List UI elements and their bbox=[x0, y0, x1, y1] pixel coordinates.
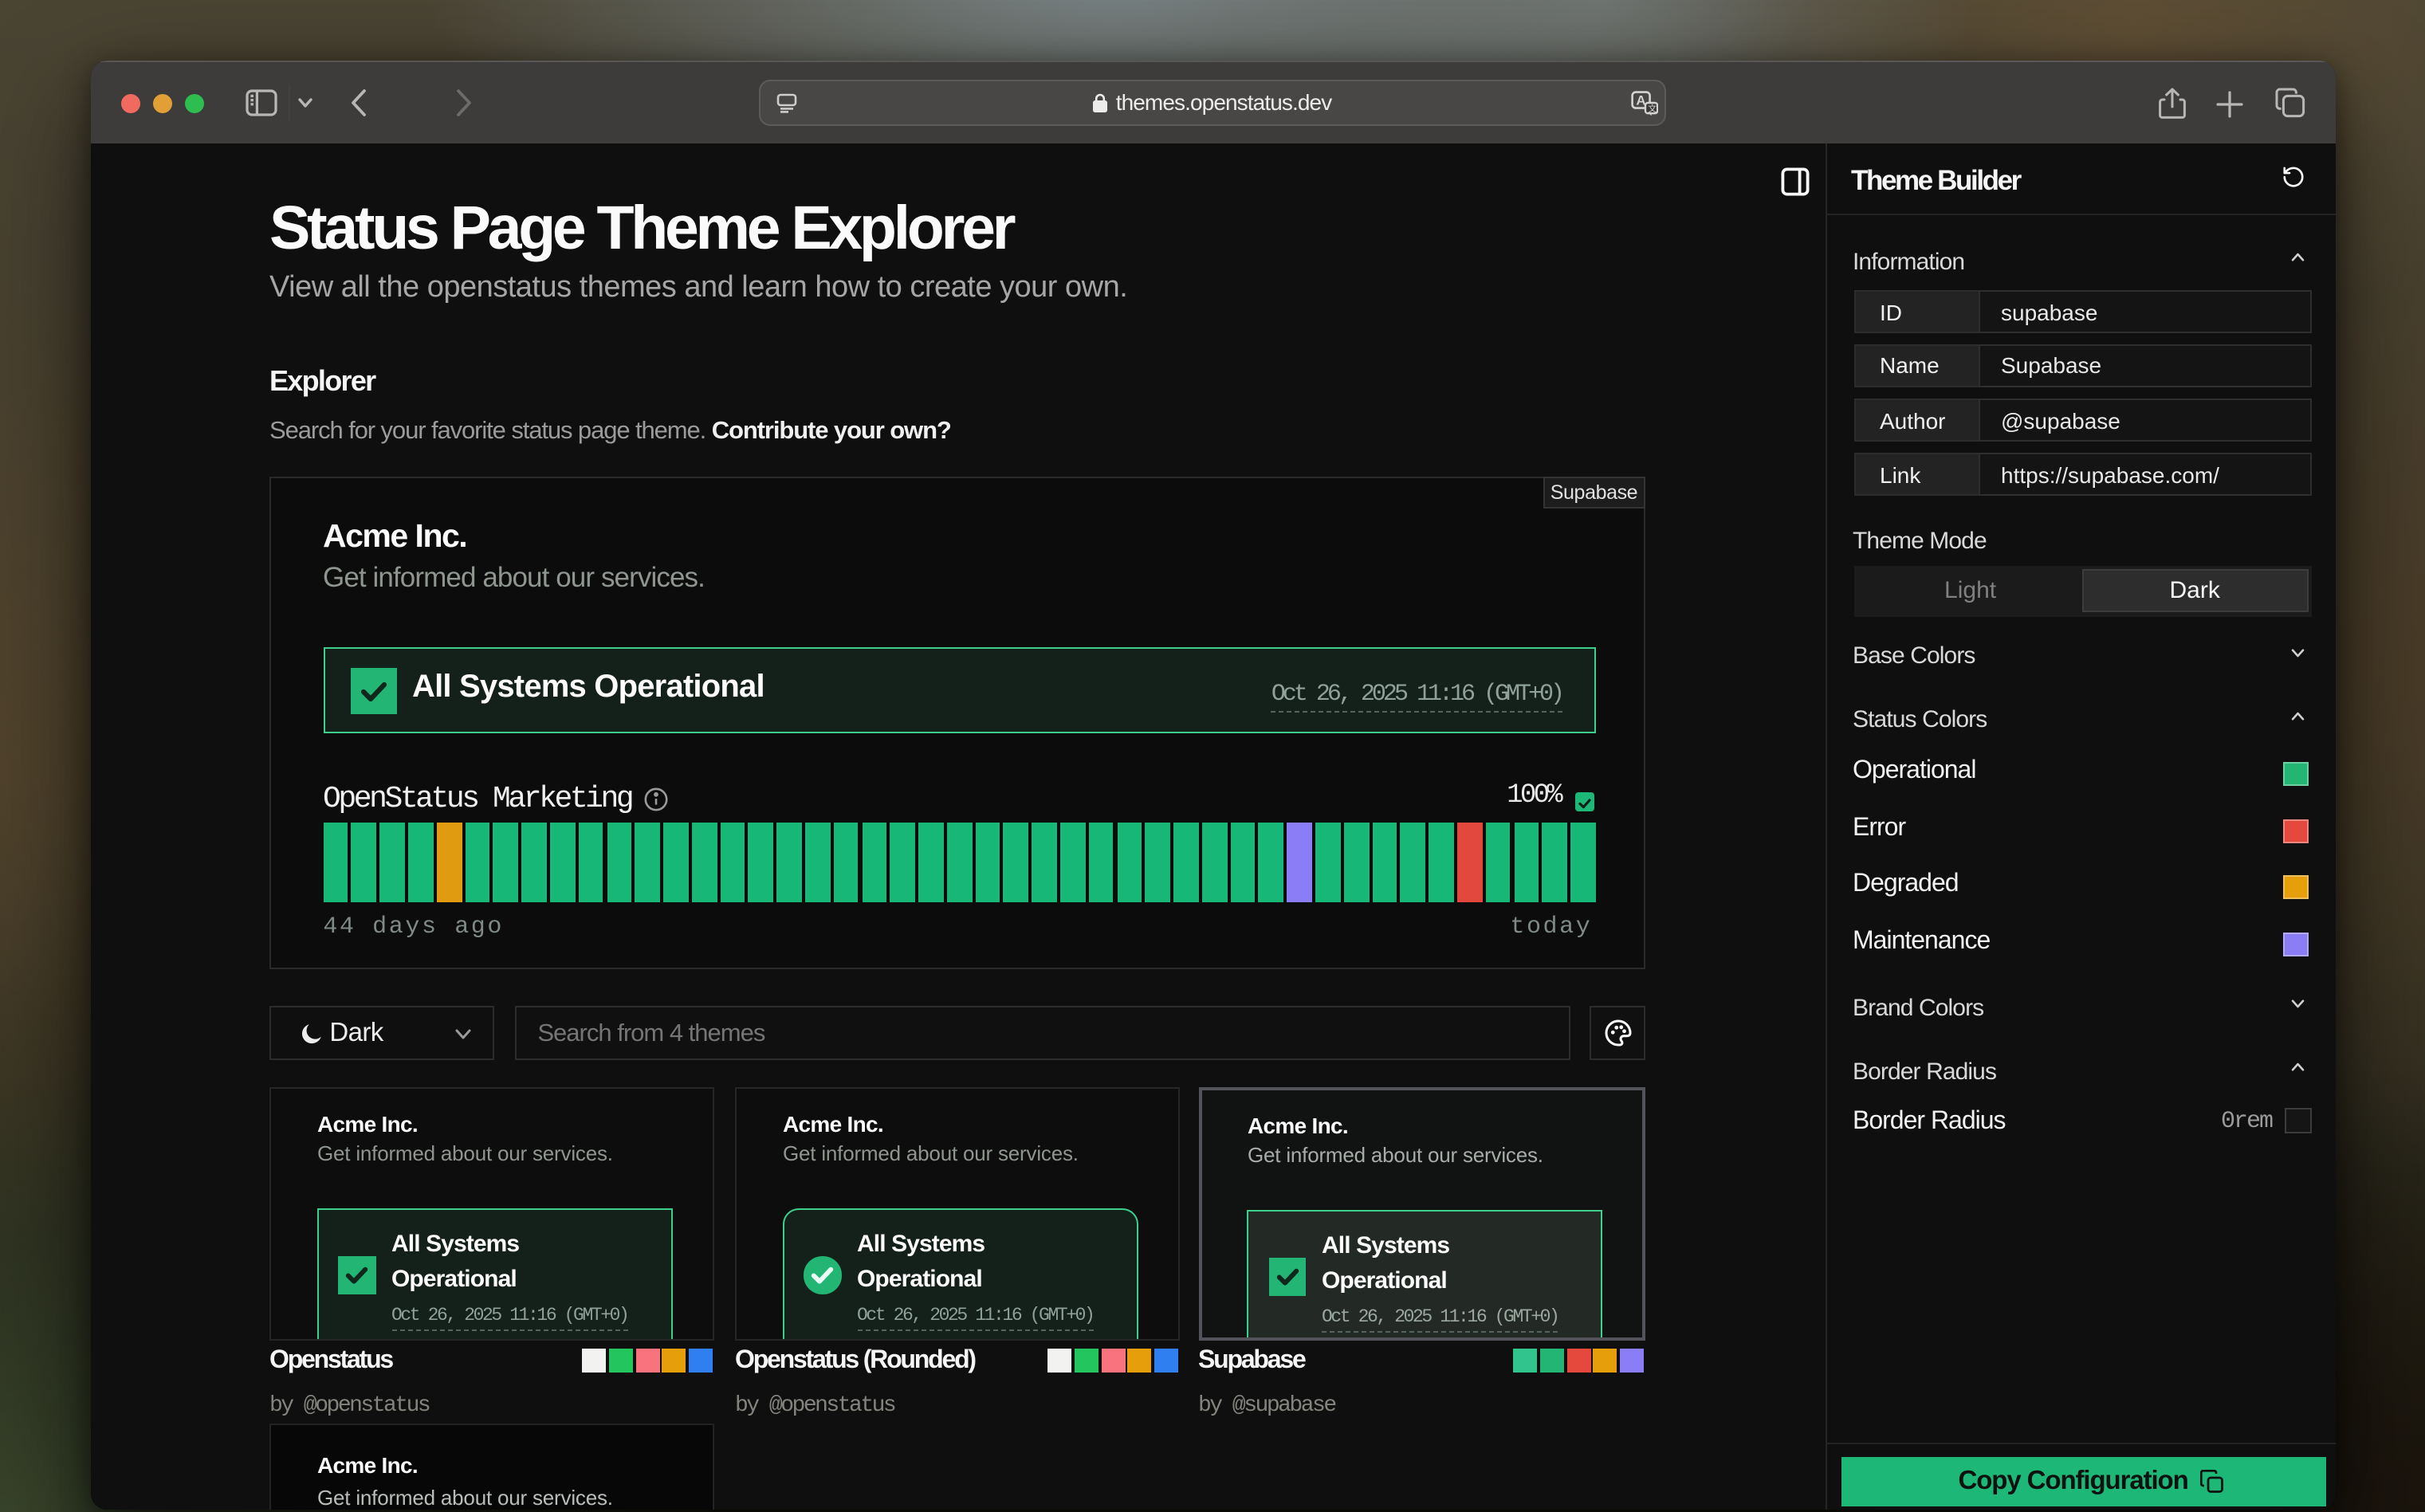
svg-text:文: 文 bbox=[1647, 102, 1656, 113]
